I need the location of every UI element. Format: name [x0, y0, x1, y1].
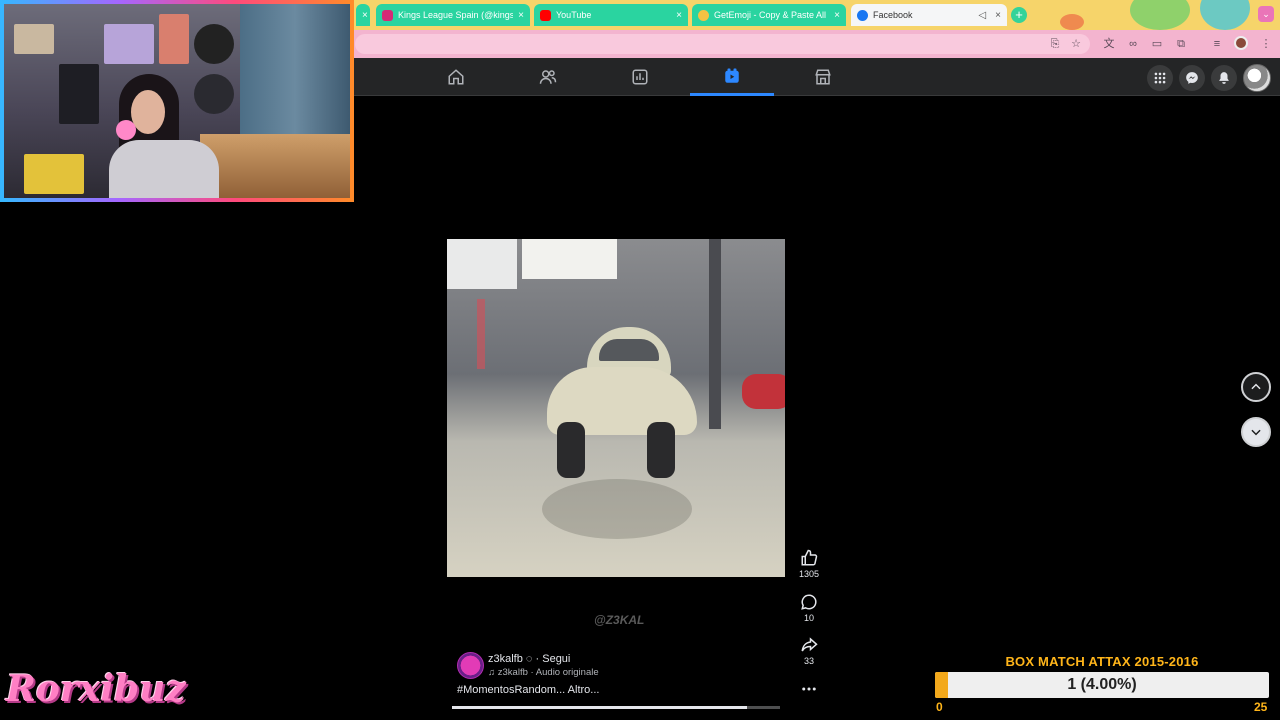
facebook-icon: [857, 9, 868, 21]
thumbs-up-icon: [801, 549, 818, 566]
like-button[interactable]: 1305: [795, 549, 823, 579]
nav-friends[interactable]: [506, 58, 590, 96]
author-line: z3kalfb ◌ · Segui: [488, 653, 570, 665]
goal-progress-bar: 1 (4.00%): [935, 672, 1269, 698]
theme-decoration: [1200, 0, 1250, 30]
music-note-icon: ♫: [488, 667, 498, 678]
bell-icon: [1219, 72, 1229, 84]
reading-list-icon[interactable]: ▭: [1149, 36, 1165, 52]
youtube-icon: [540, 9, 551, 21]
webcam-poster: [159, 14, 189, 64]
tab-title: YouTube: [556, 10, 592, 20]
emoji-icon: [698, 9, 709, 21]
globe-icon: ◌ ·: [525, 653, 543, 665]
tab-search-icon[interactable]: ⌄: [1258, 6, 1274, 22]
comment-icon: [801, 594, 817, 610]
chevron-up-icon: [1251, 383, 1261, 390]
previous-reel-button[interactable]: [1241, 372, 1271, 402]
comment-button[interactable]: 10: [795, 593, 823, 623]
reel-video[interactable]: [447, 239, 785, 577]
video-beetle-car: [547, 327, 697, 487]
menu-kebab-icon[interactable]: ⋮: [1258, 36, 1274, 52]
more-options-button[interactable]: [795, 680, 823, 698]
mute-icon[interactable]: ◁: [978, 10, 986, 21]
bookmark-star-icon[interactable]: ☆: [1068, 36, 1084, 52]
nav-marketplace[interactable]: [781, 58, 865, 96]
browser-tab-youtube[interactable]: YouTube ×: [534, 4, 688, 26]
browser-tab-instagram[interactable]: Kings League Spain (@kingsl ×: [376, 4, 530, 26]
goal-title: BOX MATCH ATTAX 2015-2016: [1005, 654, 1199, 669]
nav-home[interactable]: [414, 58, 498, 96]
chevron-down-icon: [1251, 429, 1261, 436]
home-icon: [448, 69, 464, 85]
close-icon[interactable]: ×: [676, 10, 682, 21]
microphone: [116, 120, 136, 140]
account-avatar[interactable]: [1243, 64, 1271, 92]
browser-tab-getemoji[interactable]: GetEmoji - Copy & Paste All ×: [692, 4, 846, 26]
extension-icon[interactable]: ⧉: [1173, 36, 1189, 52]
messenger-button[interactable]: [1179, 65, 1205, 91]
dashboard-icon: [632, 69, 648, 85]
share-button[interactable]: 33: [795, 636, 823, 666]
webcam-desk: [200, 134, 350, 198]
next-reel-button[interactable]: [1241, 417, 1271, 447]
author-avatar[interactable]: [457, 652, 484, 679]
streamer-webcam: [0, 0, 354, 202]
tab-title: Kings League Spain (@kingsl: [398, 10, 514, 20]
audio-label: z3kalfb · Audio originale: [497, 667, 599, 678]
author-name[interactable]: z3kalfb: [488, 653, 523, 665]
reel-caption[interactable]: #MomentosRandom... Altro...: [457, 684, 599, 696]
like-count: 1305: [798, 569, 820, 579]
browser-tab-partial[interactable]: ×: [356, 4, 370, 26]
browser-tab-facebook[interactable]: Facebook ◁ ×: [851, 4, 1007, 26]
address-bar[interactable]: [355, 34, 1090, 54]
menu-grid-button[interactable]: [1147, 65, 1173, 91]
webcam-record: [194, 24, 234, 64]
webcam-poster: [14, 24, 54, 54]
webcam-poster: [59, 64, 99, 124]
messenger-icon: [1186, 72, 1198, 84]
video-progress-fill: [452, 706, 748, 709]
notifications-button[interactable]: [1211, 65, 1237, 91]
tab-title: Facebook: [873, 10, 913, 20]
goal-max-label: 25: [1254, 700, 1268, 714]
close-icon[interactable]: ×: [362, 10, 368, 21]
theme-decoration: [1130, 0, 1190, 30]
streamer-logo: Rorxibuz: [6, 668, 186, 710]
webcam-poster: [104, 24, 154, 64]
grid-icon: [1154, 72, 1166, 84]
link-icon[interactable]: ∞: [1125, 36, 1141, 52]
media-control-icon[interactable]: ≡: [1209, 36, 1225, 52]
theme-decoration: [1060, 14, 1084, 30]
goal-value: 1 (4.00%): [1067, 676, 1137, 693]
tab-title: GetEmoji - Copy & Paste All: [714, 10, 827, 20]
audio-line[interactable]: ♫ z3kalfb · Audio originale: [488, 667, 599, 678]
share-icon: [801, 637, 818, 652]
video-watermark: @Z3KAL: [594, 613, 645, 627]
close-icon[interactable]: ×: [518, 10, 524, 21]
close-icon[interactable]: ×: [995, 10, 1001, 21]
share-count: 33: [803, 656, 814, 666]
webcam-box: [24, 154, 84, 194]
install-icon[interactable]: ⎘: [1047, 36, 1063, 52]
nav-video[interactable]: [690, 58, 774, 96]
comment-count: 10: [803, 613, 814, 623]
video-red-car: [742, 374, 785, 409]
nav-dashboard[interactable]: [598, 58, 682, 96]
more-dots-icon: [802, 687, 816, 691]
browser-profile-avatar[interactable]: [1234, 36, 1248, 50]
video-progress-bar[interactable]: [452, 706, 780, 709]
friends-icon: [539, 70, 557, 84]
instagram-icon: [382, 9, 393, 21]
screen: { "browser": { "tabs": [ {"title": "King…: [0, 0, 1280, 720]
goal-min-label: 0: [936, 700, 943, 714]
video-icon: [725, 68, 739, 83]
follow-link[interactable]: Segui: [542, 653, 570, 665]
new-tab-button[interactable]: +: [1011, 7, 1027, 23]
translate-icon[interactable]: 文: [1101, 36, 1117, 52]
close-icon[interactable]: ×: [834, 10, 840, 21]
marketplace-icon: [815, 69, 831, 85]
